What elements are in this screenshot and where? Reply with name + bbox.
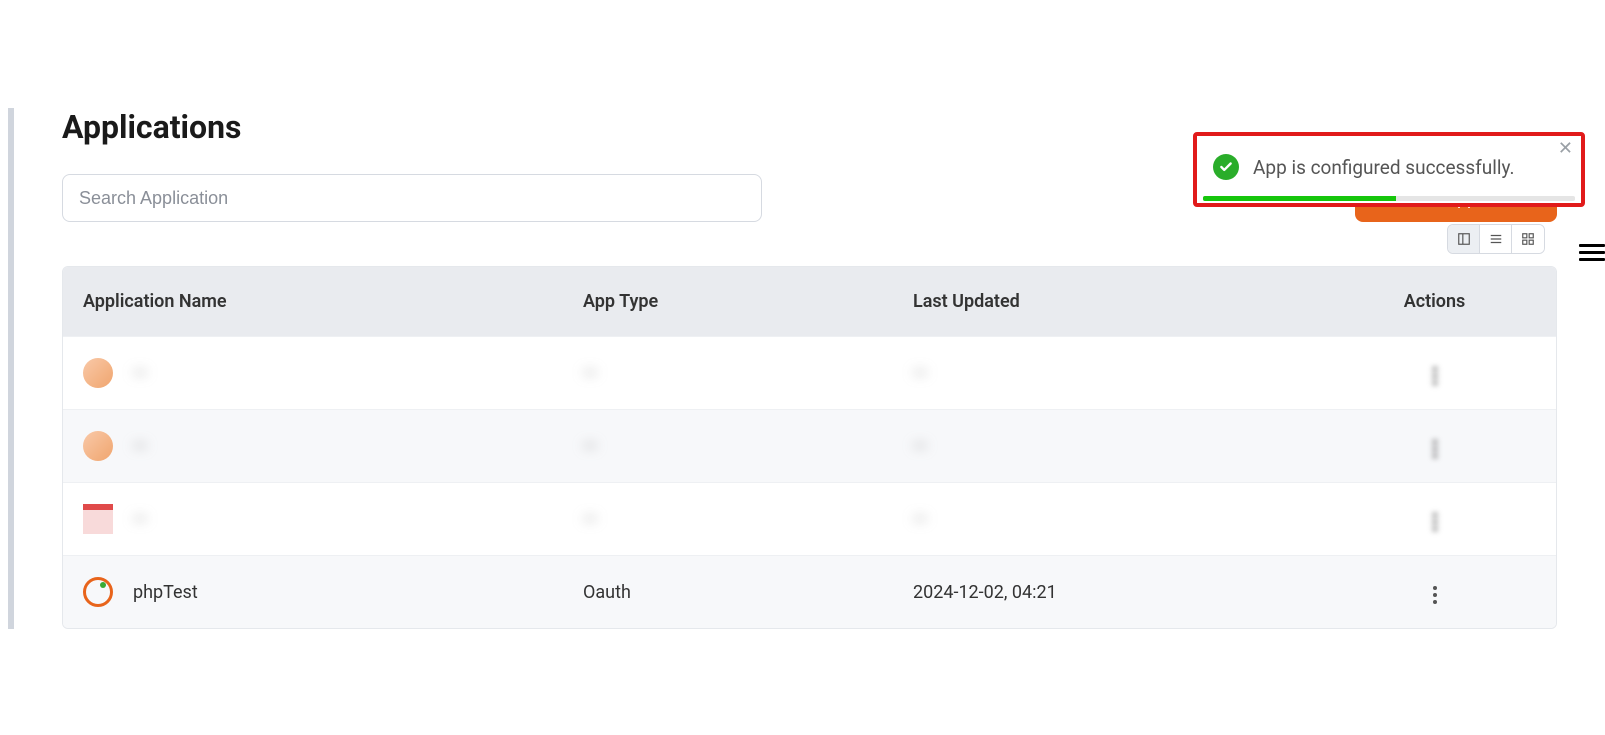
col-header-type: App Type	[583, 291, 913, 312]
app-icon	[83, 358, 113, 388]
hamburger-menu-icon[interactable]	[1579, 244, 1605, 261]
col-header-updated: Last Updated	[913, 291, 1333, 312]
toast-message: App is configured successfully.	[1253, 156, 1514, 179]
app-icon	[83, 577, 113, 607]
table-row[interactable]: phpTest Oauth2024-12-02, 04:21	[63, 555, 1556, 628]
view-grid-button[interactable]	[1512, 225, 1544, 253]
col-header-actions: Actions	[1333, 291, 1536, 312]
app-name: —	[133, 363, 147, 384]
row-actions-kebab-icon[interactable]	[1427, 434, 1443, 464]
toast-notification: App is configured successfully. ✕	[1193, 132, 1585, 207]
row-actions-kebab-icon[interactable]	[1427, 361, 1443, 391]
app-icon	[83, 431, 113, 461]
view-layout-button[interactable]	[1448, 225, 1480, 253]
app-icon	[83, 504, 113, 534]
app-updated: —	[913, 363, 1333, 384]
app-updated: —	[913, 436, 1333, 457]
app-name: —	[133, 509, 147, 530]
row-actions-kebab-icon[interactable]	[1427, 507, 1443, 537]
app-type: —	[583, 509, 913, 530]
app-name: phpTest	[133, 582, 198, 603]
table-row[interactable]: ———	[63, 409, 1556, 482]
success-check-icon	[1213, 154, 1239, 180]
app-type: —	[583, 436, 913, 457]
app-updated: —	[913, 509, 1333, 530]
app-name: —	[133, 436, 147, 457]
search-input[interactable]	[62, 174, 762, 222]
applications-table: Application Name App Type Last Updated A…	[62, 266, 1557, 629]
toast-close-button[interactable]: ✕	[1558, 138, 1573, 159]
view-toggle-group	[1447, 224, 1545, 254]
toast-progress-bar	[1203, 196, 1575, 201]
app-updated: 2024-12-02, 04:21	[913, 582, 1333, 603]
app-type: —	[583, 363, 913, 384]
table-row[interactable]: ———	[63, 336, 1556, 409]
row-actions-kebab-icon[interactable]	[1427, 580, 1443, 610]
view-list-button[interactable]	[1480, 225, 1512, 253]
app-type: Oauth	[583, 582, 913, 603]
col-header-name: Application Name	[83, 291, 583, 312]
table-row[interactable]: ———	[63, 482, 1556, 555]
